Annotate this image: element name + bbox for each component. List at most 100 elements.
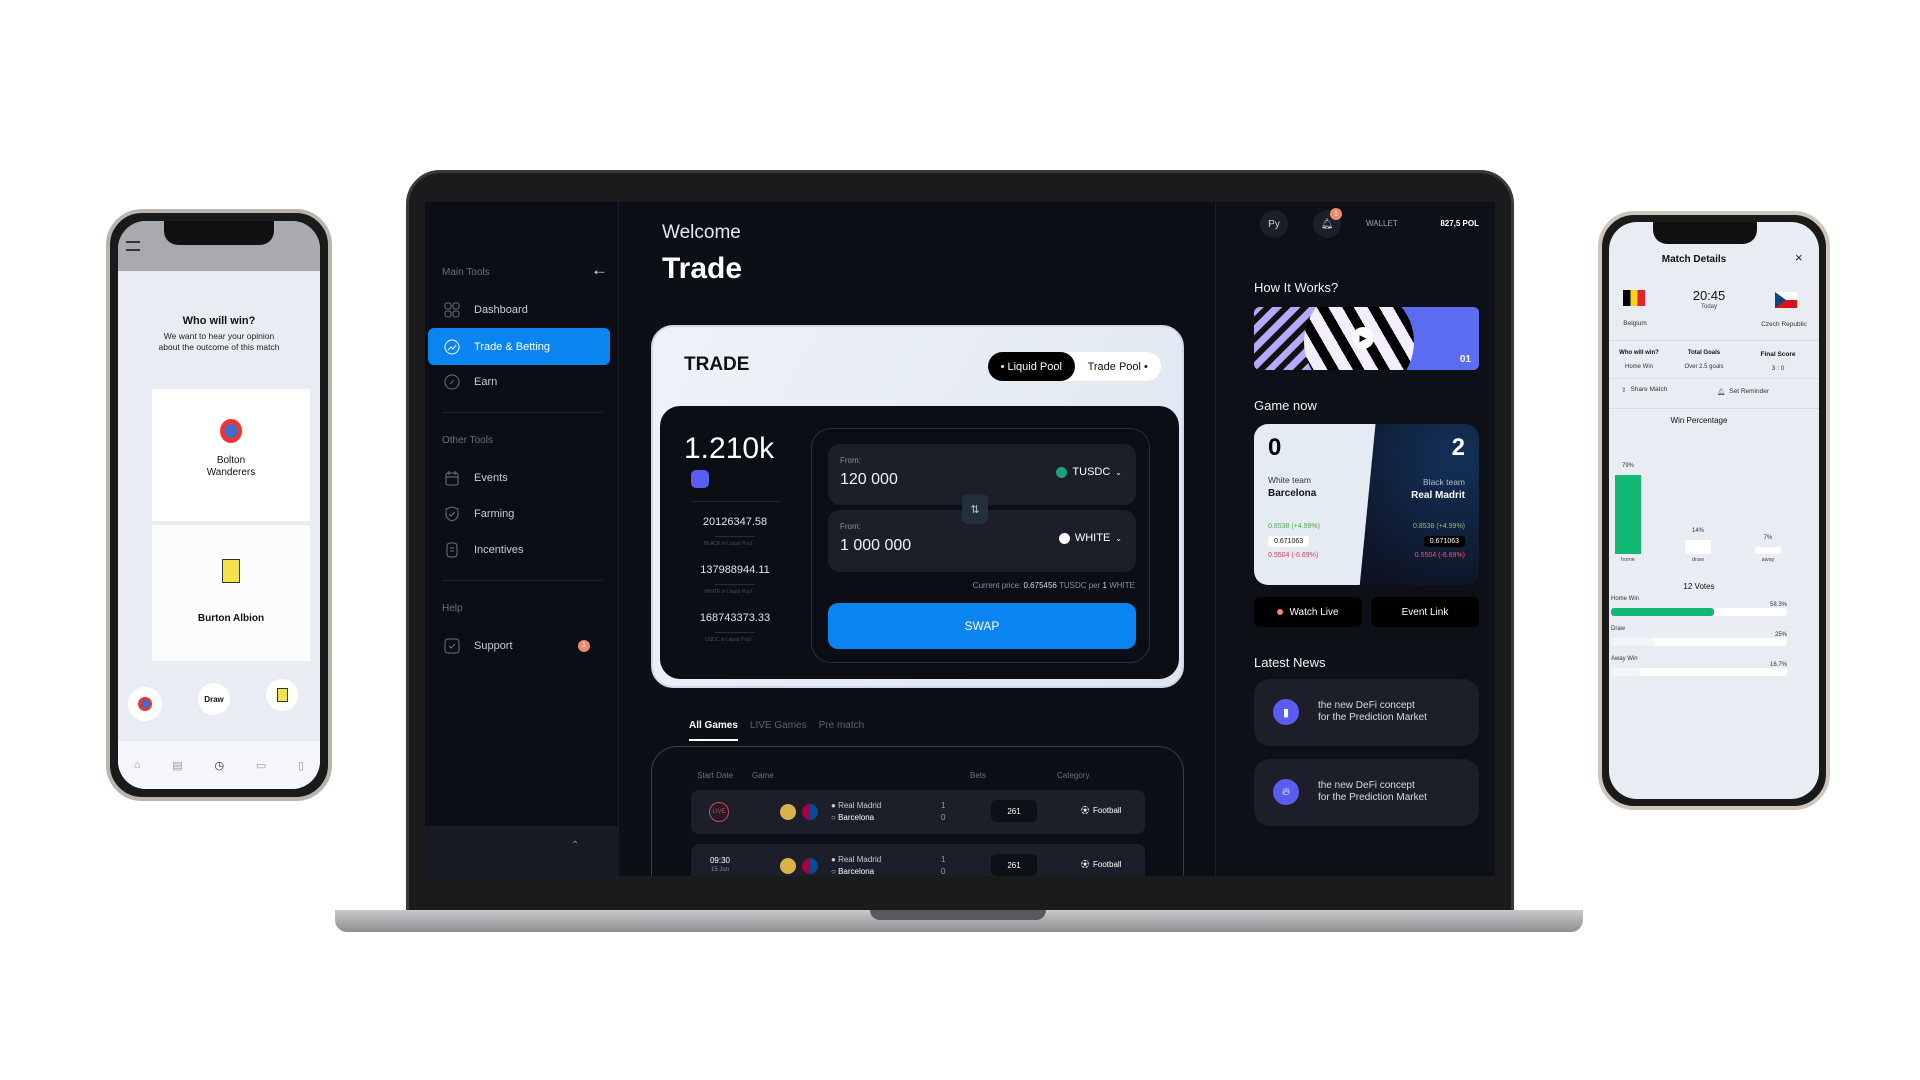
table-row[interactable]: 09:30 15 Jun ● Real Madrid ○ Barcelona 10… bbox=[691, 844, 1145, 876]
live-badge: LIVE bbox=[709, 802, 729, 822]
bets-count[interactable]: 261 bbox=[991, 800, 1037, 822]
sidebar-item-farming[interactable]: Farming bbox=[428, 495, 610, 532]
play-icon[interactable]: ▶ bbox=[1352, 327, 1374, 349]
away-team: Barcelona bbox=[838, 867, 875, 876]
stat-label: BLACK in Liquid Pool bbox=[704, 536, 755, 547]
poll-fill bbox=[1611, 638, 1655, 646]
barcelona-logo-icon bbox=[802, 804, 818, 820]
laptop-notch bbox=[870, 910, 1046, 920]
wallet-balance[interactable]: 827,5 POL bbox=[1416, 219, 1479, 228]
how-it-works-video[interactable]: ▶ 01 bbox=[1254, 307, 1479, 370]
tusdc-icon bbox=[1056, 466, 1068, 478]
trade-pool-tab[interactable]: Trade Pool • bbox=[1075, 352, 1162, 381]
bar-category-label: draw bbox=[1692, 557, 1704, 563]
poll-label: Away Win bbox=[1611, 656, 1638, 662]
stat-value: 168743373.33 bbox=[699, 612, 771, 624]
liquid-pool-tab[interactable]: • Liquid Pool bbox=[988, 352, 1075, 381]
cards-icon[interactable]: ▭ bbox=[256, 759, 266, 772]
table-row[interactable]: LIVE ● Real Madrid ○ Barcelona 10 261 ⚽︎ F… bbox=[691, 790, 1145, 834]
latest-news-heading: Latest News bbox=[1254, 655, 1326, 670]
sidebar-footer: ⌃ bbox=[425, 826, 619, 876]
score-label: Final Score bbox=[1760, 351, 1796, 358]
games-tabs: All Games LIVE Games Pre match bbox=[689, 720, 864, 741]
from-amount-input[interactable]: 120 000 bbox=[840, 471, 898, 489]
black-team-name: Real Madrit bbox=[1411, 490, 1465, 501]
score-value: 3 : 0 bbox=[1771, 365, 1785, 372]
divider bbox=[1609, 340, 1819, 341]
barcelona-logo-icon bbox=[802, 858, 818, 874]
poll-subtitle-2: about the outcome of this match bbox=[158, 342, 280, 352]
news-item[interactable]: ▮ the new DeFi concept for the Prediction… bbox=[1254, 679, 1479, 746]
match-day: Today bbox=[1700, 304, 1717, 310]
category: ⚽︎ Football bbox=[1081, 859, 1121, 870]
price-unit: 1 bbox=[1102, 581, 1107, 590]
vote-home-button[interactable] bbox=[128, 687, 162, 721]
swap-direction-icon[interactable]: ⇅ bbox=[962, 494, 988, 524]
expand-chevron-icon[interactable]: ⌃ bbox=[571, 840, 579, 851]
football-icon: ⚽︎ bbox=[1081, 860, 1089, 869]
avatar[interactable]: Py bbox=[1260, 210, 1288, 238]
menu-icon[interactable] bbox=[126, 241, 140, 251]
votes-count: 12 Votes bbox=[1683, 582, 1715, 591]
other-tools-heading: Other Tools bbox=[442, 435, 493, 446]
home-score: 1 bbox=[941, 855, 946, 864]
calendar-icon bbox=[445, 470, 459, 485]
white-score: 0 bbox=[1268, 434, 1282, 461]
sidebar-item-incentives[interactable]: Incentives bbox=[428, 531, 610, 568]
news-item[interactable]: 🔥︎ the new DeFi concept for the Predictio… bbox=[1254, 759, 1479, 826]
tab-all-games[interactable]: All Games bbox=[689, 720, 738, 741]
white-token-icon bbox=[1058, 532, 1070, 544]
collapse-arrow-icon[interactable]: ← bbox=[591, 260, 608, 280]
watch-live-button[interactable]: Watch Live bbox=[1254, 597, 1362, 627]
left-phone: Who will win? We want to hear your opini… bbox=[106, 209, 332, 801]
team-card-burton[interactable]: Burton Albion bbox=[152, 525, 310, 661]
team-card-bolton[interactable]: Bolton Wanderers bbox=[152, 389, 310, 521]
white-high: 0.8538 (+4.99%) bbox=[1268, 523, 1320, 530]
to-amount-input[interactable]: 1 000 000 bbox=[840, 537, 911, 555]
welcome-text: Welcome bbox=[662, 222, 741, 243]
set-reminder-button[interactable]: 🔔︎ Set Reminder bbox=[1717, 388, 1769, 396]
news-line: for the Prediction Market bbox=[1318, 712, 1427, 723]
currency-select-white[interactable]: WHITE ⌄ bbox=[1058, 532, 1122, 544]
currency-select-tusdc[interactable]: TUSDC ⌄ bbox=[1056, 466, 1122, 478]
vote-away-button[interactable] bbox=[266, 679, 298, 711]
home-score: 1 bbox=[941, 801, 946, 810]
news-icon[interactable]: ▤ bbox=[172, 759, 182, 772]
sidebar-item-trade-betting[interactable]: Trade & Betting bbox=[428, 328, 610, 365]
sidebar-item-support[interactable]: Support 1 bbox=[428, 627, 610, 664]
stat-value: 20126347.58 bbox=[702, 516, 768, 528]
tab-pre-match[interactable]: Pre match bbox=[819, 720, 865, 741]
goals-value: Over 2.5 goals bbox=[1684, 364, 1724, 370]
draw-label: Draw bbox=[204, 694, 224, 704]
teams: ● Real Madrid ○ Barcelona bbox=[831, 801, 882, 822]
bolton-crest-icon bbox=[138, 697, 152, 711]
bar-home bbox=[1615, 475, 1641, 554]
swap-button[interactable]: SWAP bbox=[828, 603, 1136, 649]
bell-icon: 🔔︎ bbox=[1320, 218, 1334, 230]
news-line: the new DeFi concept bbox=[1318, 700, 1415, 711]
sidebar-item-events[interactable]: Events bbox=[428, 459, 610, 496]
sidebar-item-earn[interactable]: Earn bbox=[428, 363, 610, 400]
sidebar-item-label: Dashboard bbox=[474, 303, 528, 316]
news-text: the new DeFi concept for the Prediction M… bbox=[1318, 700, 1427, 724]
event-link-button[interactable]: Event Link bbox=[1371, 597, 1479, 627]
home-icon[interactable]: ⌂ bbox=[134, 759, 141, 771]
document-icon[interactable]: ▯ bbox=[298, 759, 304, 772]
stat-value: 137988944.11 bbox=[700, 564, 770, 576]
tab-live-games[interactable]: LIVE Games bbox=[750, 720, 807, 741]
bets-count[interactable]: 261 bbox=[991, 854, 1037, 876]
reminder-label: Set Reminder bbox=[1729, 388, 1770, 395]
trade-card-title: TRADE bbox=[684, 354, 750, 375]
black-score: 2 bbox=[1451, 434, 1465, 461]
close-icon[interactable]: × bbox=[1795, 250, 1803, 265]
stat-label: USDC in Liquid Pool bbox=[705, 632, 755, 643]
clock-icon[interactable]: ◷ bbox=[214, 759, 224, 772]
share-match-button[interactable]: ⇧ Share Match bbox=[1621, 386, 1667, 394]
sidebar-item-dashboard[interactable]: Dashboard bbox=[428, 291, 610, 328]
vote-draw-button[interactable]: Draw bbox=[198, 683, 230, 715]
watch-live-label: Watch Live bbox=[1289, 606, 1339, 618]
stat-label: WHITE in Liquid Pool bbox=[704, 584, 755, 595]
notification-badge: 1 bbox=[1330, 208, 1342, 220]
trade-panel: 1.210k 20126347.58 BLACK in Liquid Pool 1… bbox=[660, 406, 1179, 679]
wallet-icon bbox=[691, 470, 709, 488]
